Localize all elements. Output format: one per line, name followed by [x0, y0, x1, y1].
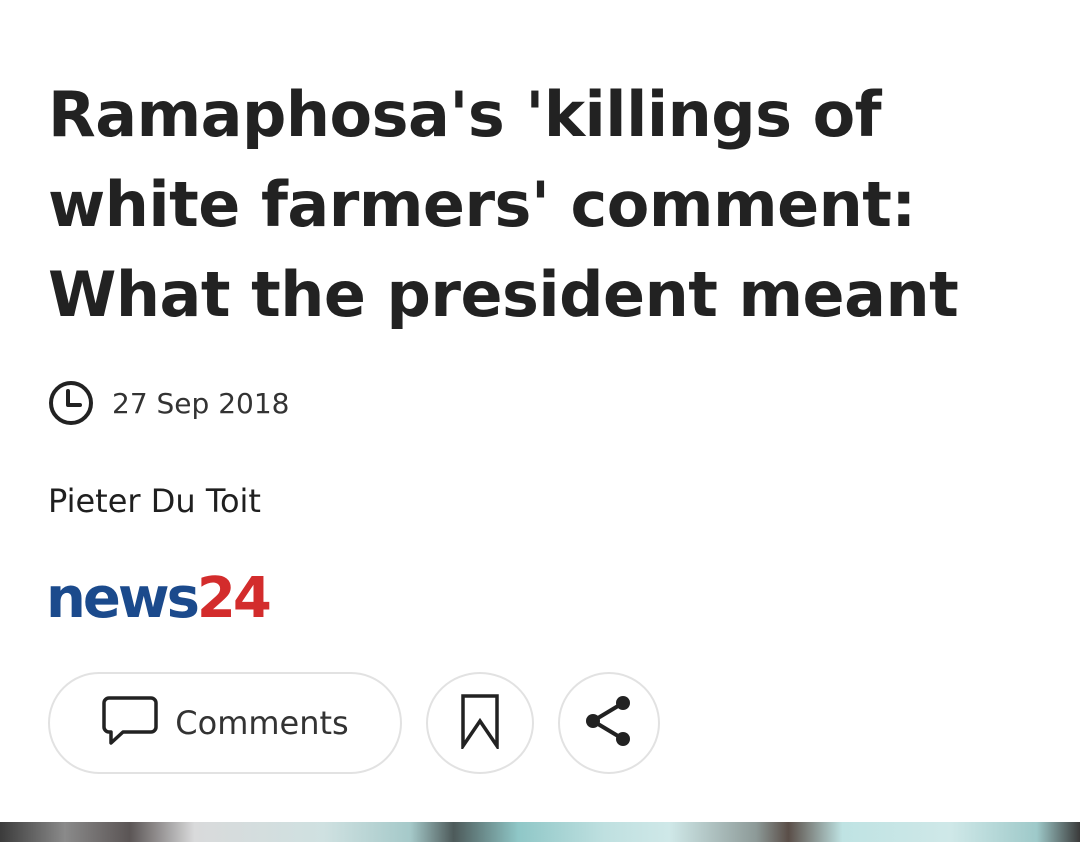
publish-date: 27 Sep 2018	[112, 386, 290, 420]
hero-image	[0, 822, 1080, 842]
article-author: Pieter Du Toit	[48, 482, 261, 520]
share-icon	[583, 693, 635, 754]
bookmark-icon	[460, 693, 500, 754]
article-page: Ramaphosa's 'killings of white farmers' …	[0, 0, 1080, 842]
publish-date-row: 27 Sep 2018	[48, 380, 289, 426]
share-button[interactable]	[558, 672, 660, 774]
logo-news-text: news	[46, 566, 200, 631]
article-headline: Ramaphosa's 'killings of white farmers' …	[48, 78, 959, 331]
comment-icon	[101, 695, 159, 752]
comments-button[interactable]: Comments	[48, 672, 402, 774]
news24-logo: news24	[46, 566, 272, 632]
bookmark-button[interactable]	[426, 672, 534, 774]
logo-number-text: 24	[196, 566, 272, 631]
clock-icon	[48, 380, 94, 426]
comments-label: Comments	[175, 704, 349, 742]
